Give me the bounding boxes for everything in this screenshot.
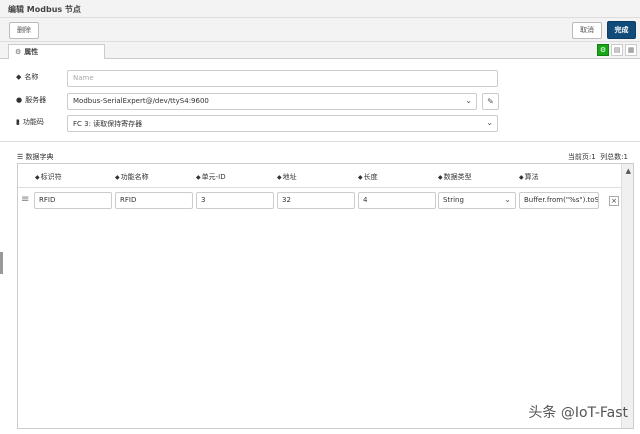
column-header: ◆数据类型 [438,173,472,181]
grid-header: ◆标识符 ◆功能名称 ◆单元-ID ◆地址 ◆长度 ◆数据类型 ◆算法 [18,164,622,188]
edit-server-button[interactable]: ✎ [482,93,499,110]
column-header: ◆单元-ID [196,173,226,181]
pencil-icon: ✎ [487,97,494,106]
chevron-down-icon: ⌄ [486,118,493,127]
server-row: ● 服务器 Modbus-SerialExpert@/dev/ttyS4:9600… [16,93,506,110]
tag-icon: ◆ [35,174,40,181]
length-input[interactable]: 4 [358,192,436,209]
cancel-button[interactable]: 取消 [572,22,602,39]
column-header: ◆算法 [519,173,539,181]
drag-handle-icon[interactable]: ≡ [21,194,29,205]
tag-icon: ◆ [438,174,443,181]
address-input[interactable]: 32 [277,192,355,209]
function-name-input[interactable]: RFID [115,192,193,209]
function-label: ▮ 功能码 [16,118,44,126]
chevron-down-icon: ⌄ [504,195,511,204]
tag-icon: ◆ [277,174,282,181]
list-icon: ☰ [17,153,26,161]
name-row: ◆ 名称 Name [16,70,506,87]
tag-icon: ◆ [358,174,363,181]
description-icon[interactable]: ▤ [611,44,623,56]
globe-icon: ● [16,96,23,104]
watermark: 头条 @IoT-Fast [528,405,628,421]
column-header: ◆功能名称 [115,173,149,181]
tag-icon: ◆ [16,73,22,81]
data-type-select[interactable]: String ⌄ [438,192,516,209]
table-row: ≡ RFID RFID 3 32 4 String ⌄ Buffer.from("… [18,192,622,210]
tag-icon: ◆ [115,174,120,181]
name-label: ◆ 名称 [16,73,39,81]
server-select[interactable]: Modbus-SerialExpert@/dev/ttyS4:9600 ⌄ [67,93,477,110]
tab-bar: ⚙ 属性 ⚙ ▤ ▦ [0,42,640,60]
toolbar: 删除 取消 完成 [0,18,640,42]
close-icon: × [611,197,617,205]
function-row: ▮ 功能码 FC 3: 读取保持寄存器 ⌄ [16,115,506,132]
properties-panel: ◆ 名称 Name ● 服务器 Modbus-SerialExpert@/dev/t… [0,59,640,434]
dictionary-page-info: 当前页:1 列总数:1 [567,153,628,161]
settings-icon[interactable]: ⚙ [597,44,609,56]
dictionary-grid: ◆标识符 ◆功能名称 ◆单元-ID ◆地址 ◆长度 ◆数据类型 ◆算法 ≡ RF… [17,163,634,429]
appearance-icon[interactable]: ▦ [625,44,637,56]
tab-properties-label: 属性 [24,48,39,56]
side-panel-icons: ⚙ ▤ ▦ [597,44,637,56]
remove-row-button[interactable]: × [609,196,619,206]
algorithm-input[interactable]: Buffer.from("%s").toStri [519,192,599,209]
bookmark-icon: ▮ [16,118,20,126]
tab-properties[interactable]: ⚙ 属性 [8,44,105,60]
grid-scrollbar[interactable]: ▲ [621,164,633,428]
tag-icon: ◆ [196,174,201,181]
delete-button[interactable]: 删除 [9,22,39,39]
scroll-up-icon[interactable]: ▲ [626,167,631,175]
window-title: 编辑 Modbus 节点 [0,0,640,18]
column-header: ◆长度 [358,173,378,181]
column-header: ◆地址 [277,173,297,181]
tag-icon: ◆ [519,174,524,181]
function-select[interactable]: FC 3: 读取保持寄存器 ⌄ [67,115,498,132]
resize-handle[interactable] [0,252,3,274]
gear-icon: ⚙ [15,48,22,56]
unit-id-input[interactable]: 3 [196,192,274,209]
chevron-down-icon: ⌄ [465,96,472,105]
name-input[interactable]: Name [67,70,498,87]
identifier-input[interactable]: RFID [34,192,112,209]
server-label: ● 服务器 [16,96,47,104]
dictionary-title: ☰ 数据字典 [17,153,54,161]
done-button[interactable]: 完成 [607,21,636,39]
column-header: ◆标识符 [35,173,62,181]
divider [0,141,640,142]
